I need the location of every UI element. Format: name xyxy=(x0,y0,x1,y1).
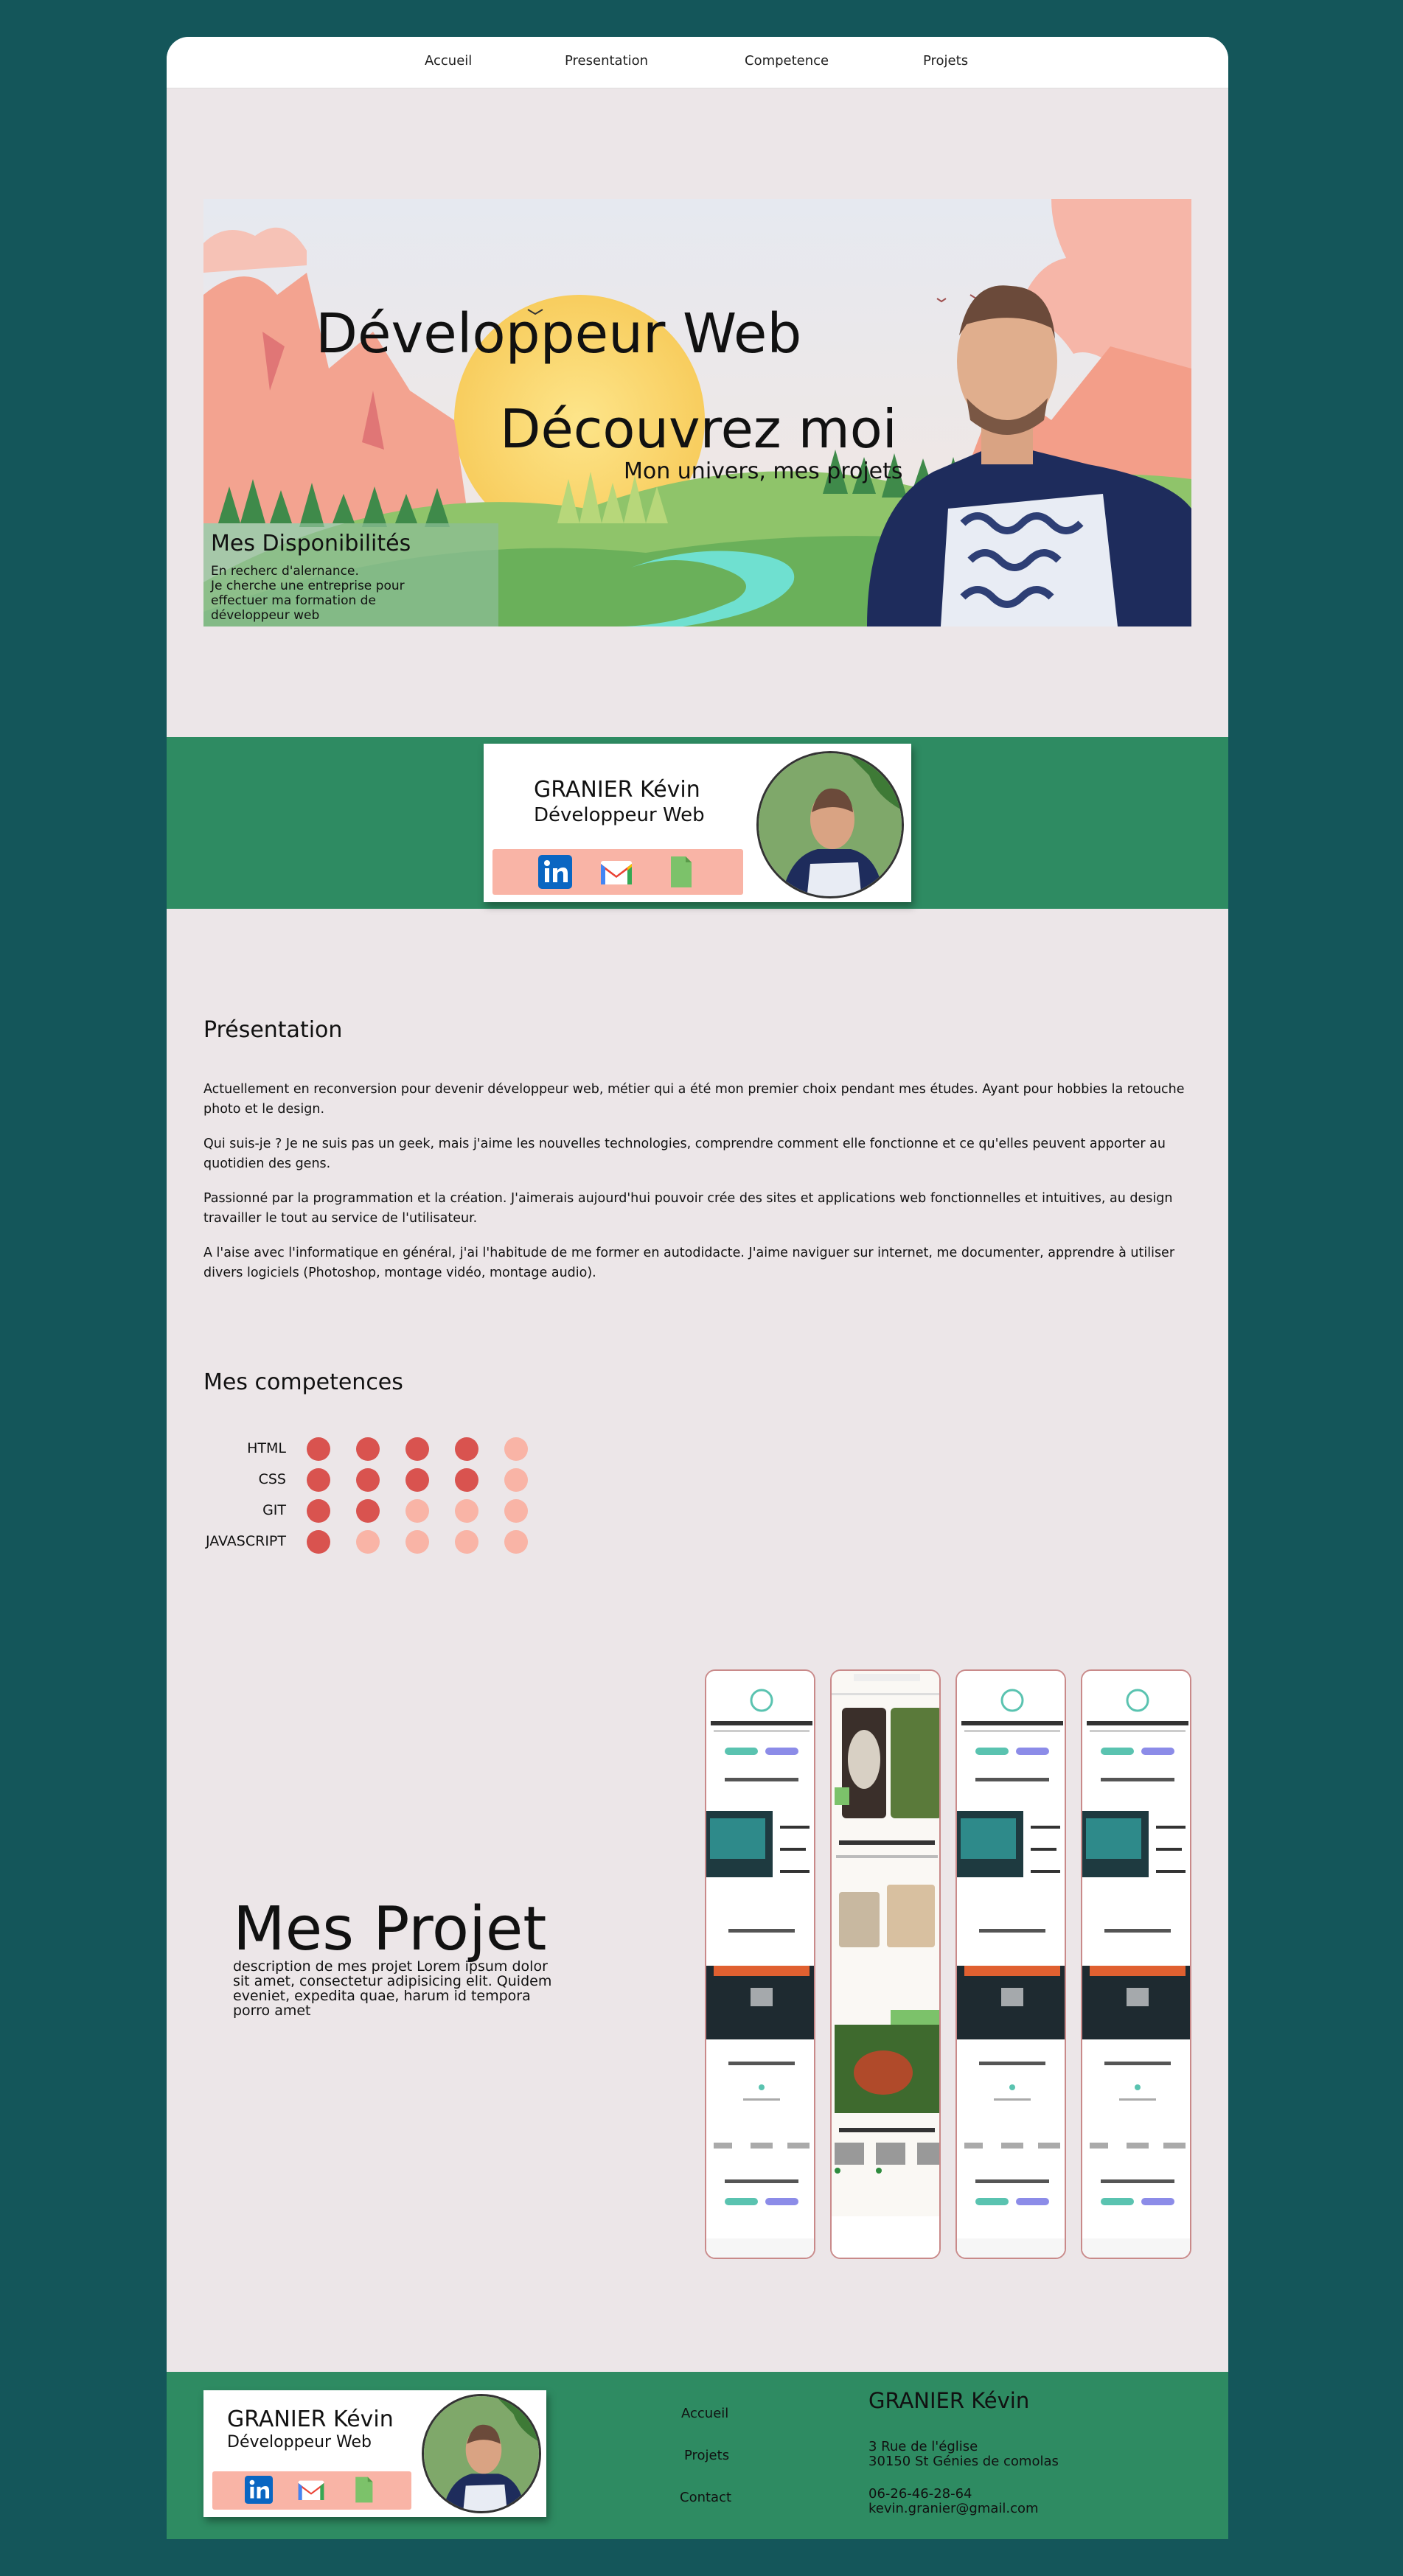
skill-level-dot xyxy=(455,1499,478,1523)
availability-line: effectuer ma formation de xyxy=(211,593,376,608)
skill-level-dot xyxy=(405,1530,429,1554)
presentation-paragraph: Passionné par la programmation et la cré… xyxy=(203,1191,1173,1226)
profile-band: GRANIER Kévin Développeur Web xyxy=(167,737,1228,909)
skill-level-dot xyxy=(455,1530,478,1554)
skill-level-dot xyxy=(504,1437,528,1461)
skill-level-dot xyxy=(405,1468,429,1492)
footer-link-contact[interactable]: Contact xyxy=(680,2490,731,2505)
footer-name: GRANIER Kévin xyxy=(227,2406,394,2432)
nav-presentation[interactable]: Presentation xyxy=(565,53,648,69)
presentation-title: Présentation xyxy=(203,1017,343,1043)
hero-banner: Développeur Web Découvrez moi Mon univer… xyxy=(203,199,1191,626)
footer-job: Développeur Web xyxy=(227,2433,372,2451)
project-preview[interactable] xyxy=(1081,1669,1191,2259)
nav-accueil[interactable]: Accueil xyxy=(425,53,472,69)
skill-level-dot xyxy=(307,1530,330,1554)
gmail-icon[interactable] xyxy=(297,2476,325,2504)
skill-level-dot xyxy=(356,1530,380,1554)
footer-email[interactable]: kevin.granier@gmail.com xyxy=(868,2502,1039,2516)
gmail-icon[interactable] xyxy=(599,855,633,889)
skill-label: CSS xyxy=(258,1471,286,1487)
footer-address-line: 3 Rue de l'église xyxy=(868,2439,978,2454)
linkedin-icon[interactable] xyxy=(538,855,572,889)
footer-link-projets[interactable]: Projets xyxy=(684,2448,729,2463)
skill-label: GIT xyxy=(262,1502,286,1518)
social-links xyxy=(492,849,743,895)
profile-card: GRANIER Kévin Développeur Web xyxy=(484,744,911,902)
projects-title: Mes Projet xyxy=(233,1894,547,1964)
project-preview[interactable] xyxy=(705,1669,815,2259)
nav-competence[interactable]: Competence xyxy=(745,53,829,69)
skill-level-dot xyxy=(405,1499,429,1523)
project-preview-mockup xyxy=(832,1671,939,2258)
footer-social-links xyxy=(212,2471,411,2510)
skill-level-dot xyxy=(307,1468,330,1492)
availability-box: Mes Disponibilités En recherc d'alernanc… xyxy=(203,523,498,626)
footer-avatar xyxy=(422,2394,541,2513)
hero-subtitle: Découvrez moi xyxy=(500,398,897,460)
skills-title: Mes competences xyxy=(203,1369,403,1395)
skill-level-dot xyxy=(307,1499,330,1523)
avatar xyxy=(756,751,904,898)
availability-title: Mes Disponibilités xyxy=(211,531,411,556)
page: Accueil Presentation Competence Projets xyxy=(167,37,1228,2539)
availability-line: développeur web xyxy=(211,608,320,623)
linkedin-icon[interactable] xyxy=(245,2476,273,2504)
availability-line: Je cherche une entreprise pour xyxy=(211,579,405,593)
hero-title: Développeur Web xyxy=(316,302,802,366)
presentation-paragraph: Qui suis-je ? Je ne suis pas un geek, ma… xyxy=(203,1137,1166,1171)
skill-level-dot xyxy=(405,1437,429,1461)
footer-address-line: 30150 St Génies de comolas xyxy=(868,2454,1059,2469)
presentation-paragraph: A l'aise avec l'informatique en général,… xyxy=(203,1246,1175,1280)
skill-level-dot xyxy=(504,1468,528,1492)
availability-line: En recherc d'alernance. xyxy=(211,564,359,579)
skill-level-dot xyxy=(356,1468,380,1492)
nav-projets[interactable]: Projets xyxy=(923,53,968,69)
footer-profile-card: GRANIER Kévin Développeur Web xyxy=(203,2390,546,2517)
skill-level-dot xyxy=(504,1499,528,1523)
project-preview[interactable] xyxy=(955,1669,1066,2259)
hero-tagline: Mon univers, mes projets xyxy=(624,458,903,484)
project-preview-mockup xyxy=(957,1671,1065,2258)
project-preview-mockup xyxy=(1082,1671,1190,2258)
skill-level-dot xyxy=(307,1437,330,1461)
presentation-paragraph: Actuellement en reconversion pour deveni… xyxy=(203,1082,1185,1117)
project-preview[interactable] xyxy=(830,1669,941,2259)
document-icon[interactable] xyxy=(664,855,697,889)
skill-label: HTML xyxy=(247,1440,286,1456)
skill-level-dot xyxy=(455,1468,478,1492)
skill-level-dot xyxy=(356,1437,380,1461)
footer-phone: 06-26-46-28-64 xyxy=(868,2486,972,2502)
profile-name: GRANIER Kévin xyxy=(534,777,700,803)
projects-description: description de mes projet Lorem ipsum do… xyxy=(233,1958,552,2019)
top-nav: Accueil Presentation Competence Projets xyxy=(167,37,1228,88)
profile-job: Développeur Web xyxy=(534,804,705,826)
footer: GRANIER Kévin Développeur Web Accueil Pr… xyxy=(167,2372,1228,2539)
skill-level-dot xyxy=(356,1499,380,1523)
skill-level-dot xyxy=(455,1437,478,1461)
skill-label: JAVASCRIPT xyxy=(205,1533,286,1549)
footer-contact-name: GRANIER Kévin xyxy=(868,2388,1030,2413)
document-icon[interactable] xyxy=(349,2476,377,2504)
skill-level-dot xyxy=(504,1530,528,1554)
project-preview-mockup xyxy=(706,1671,814,2258)
footer-link-accueil[interactable]: Accueil xyxy=(681,2406,728,2421)
